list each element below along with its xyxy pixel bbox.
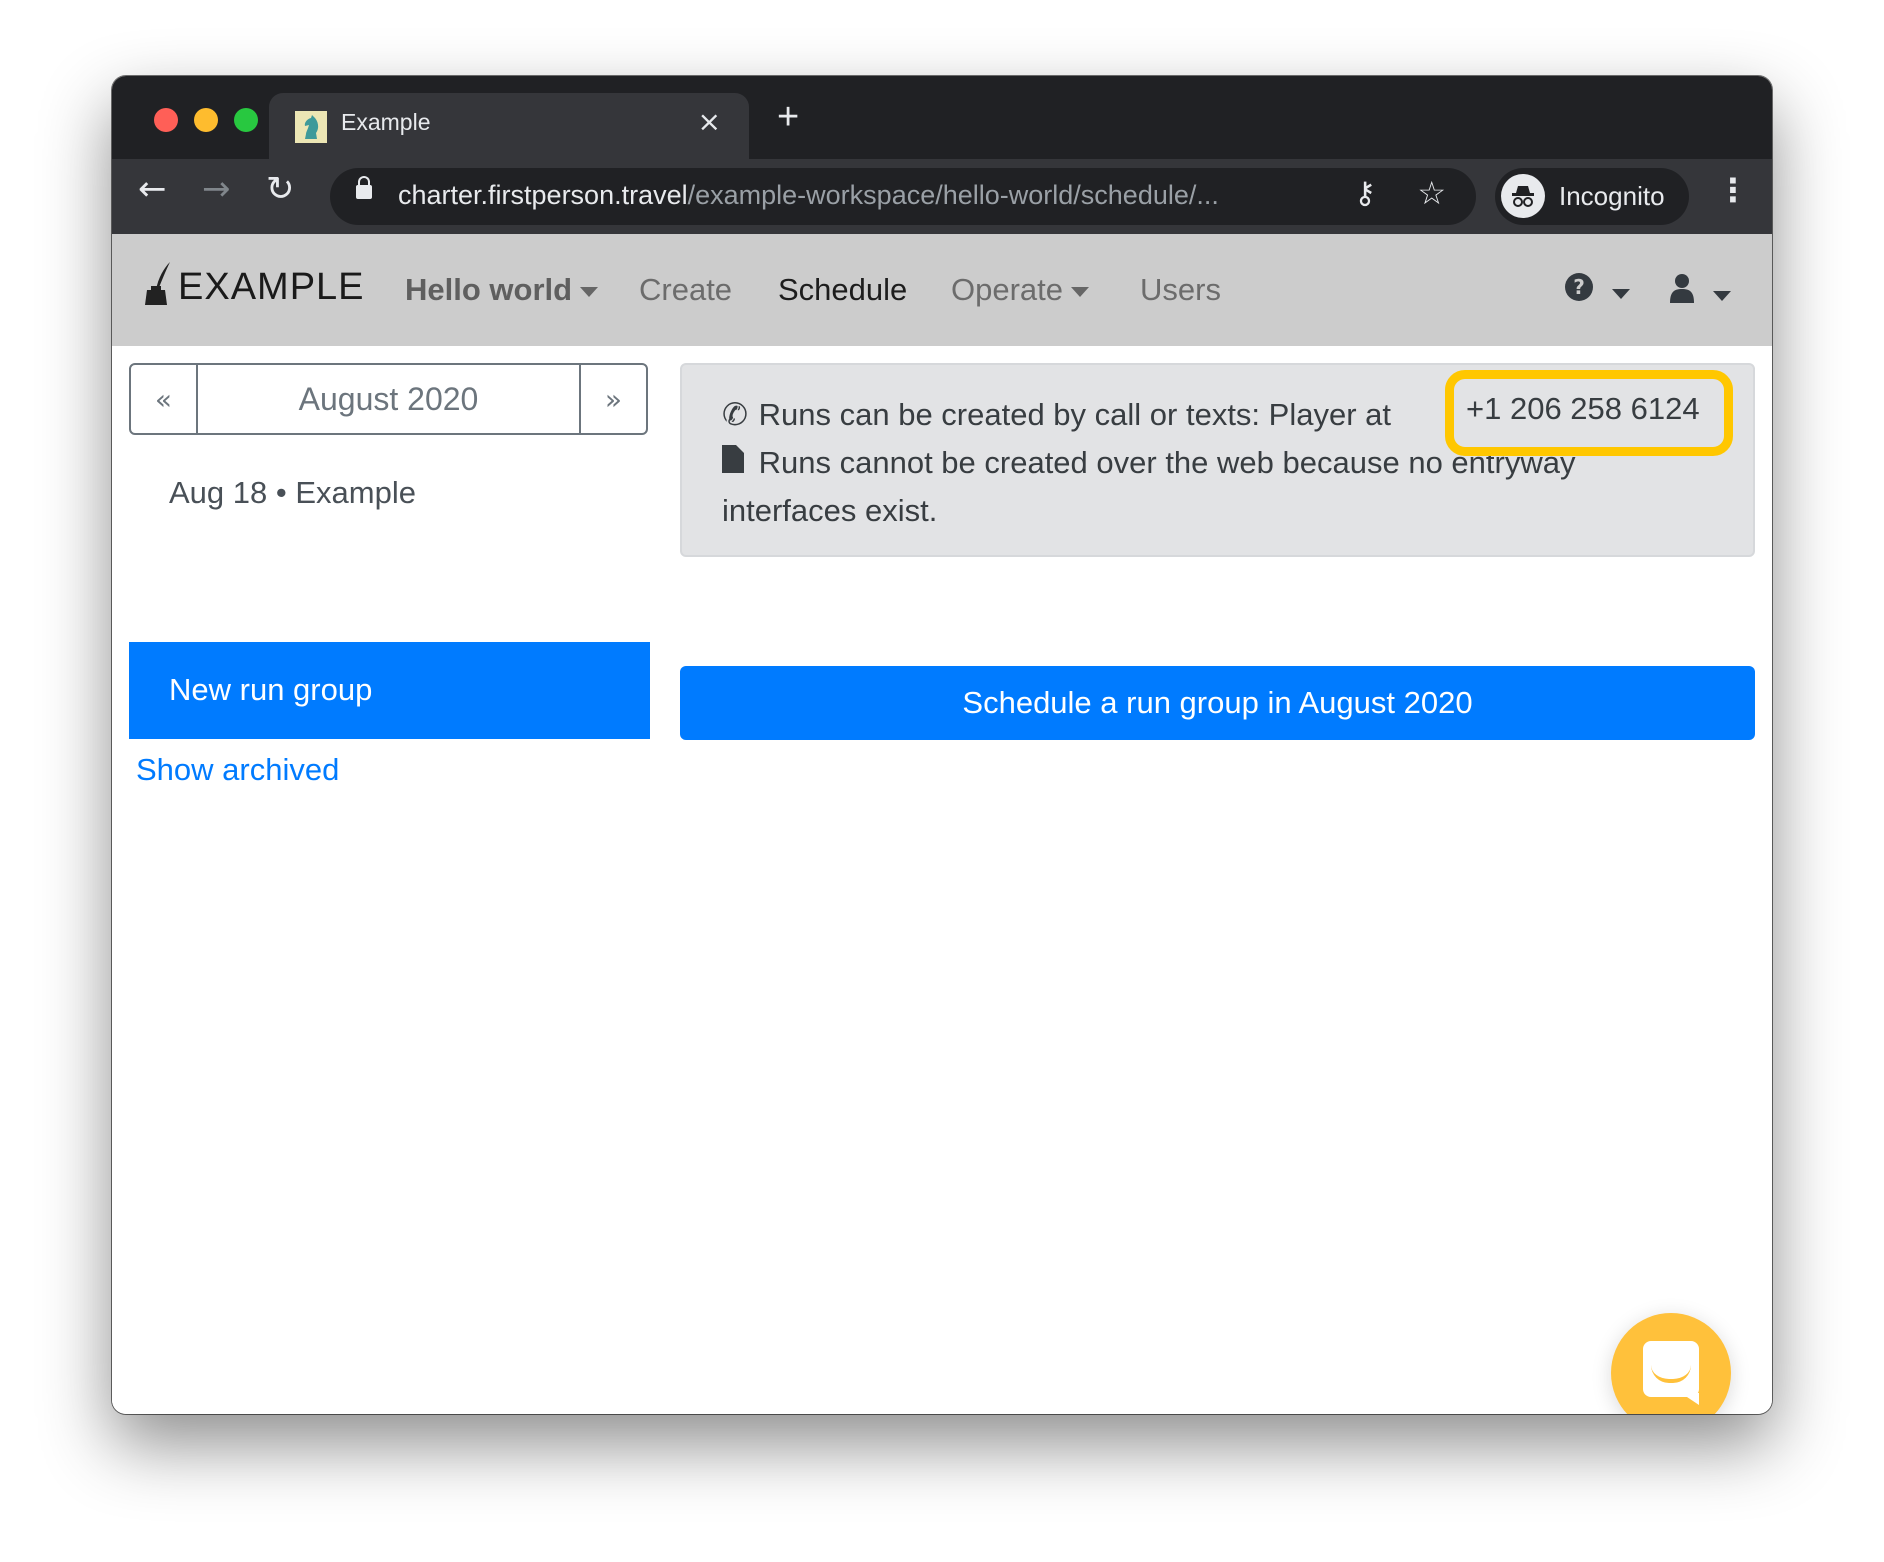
close-tab-icon[interactable]: × (698, 105, 721, 138)
user-icon (1670, 274, 1694, 303)
url-host: charter.firstperson.travel (398, 180, 688, 210)
schedule-run-group-button[interactable]: Schedule a run group in August 2020 (680, 666, 1755, 740)
browser-menu-icon[interactable]: ⋮ (1717, 171, 1749, 209)
browser-toolbar: ← → ↻ charter.firstperson.travel/example… (112, 159, 1772, 234)
window-controls (154, 108, 258, 132)
nav-users[interactable]: Users (1140, 272, 1221, 308)
browser-window: Example × + ← → ↻ charter.firstperson.tr… (112, 76, 1772, 1414)
run-group-item[interactable]: Aug 18 • Example (169, 475, 416, 511)
inkwell-quill-icon (142, 260, 172, 315)
phone-number-highlight: +1 206 258 6124 (1445, 370, 1733, 456)
page-content: « August 2020 » Aug 18 • Example New run… (112, 346, 1772, 1414)
tab-strip: Example × + (112, 76, 1772, 159)
app-navbar: EXAMPLE Hello world Create Schedule Oper… (112, 234, 1772, 346)
url-text[interactable]: charter.firstperson.travel/example-works… (398, 180, 1219, 211)
chat-bubble-tail (1681, 1393, 1699, 1405)
next-month-button[interactable]: » (581, 365, 646, 433)
chevron-down-icon (1071, 286, 1090, 297)
url-path: /example-workspace/hello-world/schedule/… (687, 180, 1219, 210)
lock-icon (356, 176, 372, 199)
minimize-window-button[interactable] (194, 108, 218, 132)
help-icon: ? (1565, 273, 1593, 301)
chevron-down-icon (1611, 288, 1630, 299)
chess-knight-icon (295, 111, 327, 143)
help-dropdown[interactable]: ? (1564, 272, 1630, 310)
chevron-down-icon (1712, 290, 1731, 301)
alert-text-web: Runs cannot be created over the web beca… (722, 445, 1576, 528)
reload-icon[interactable]: ↻ (266, 169, 295, 209)
brand-name: EXAMPLE (178, 266, 365, 308)
key-icon[interactable]: ⚷ (1354, 176, 1376, 211)
nav-operate[interactable]: Operate (951, 272, 1090, 308)
forward-icon[interactable]: → (202, 169, 231, 209)
previous-month-button[interactable]: « (131, 365, 196, 433)
current-month: August 2020 (196, 365, 581, 433)
project-name: Hello world (405, 272, 573, 307)
close-window-button[interactable] (154, 108, 178, 132)
nav-schedule[interactable]: Schedule (778, 272, 907, 308)
project-dropdown[interactable]: Hello world (405, 272, 599, 308)
maximize-window-button[interactable] (234, 108, 258, 132)
incognito-profile-button[interactable]: Incognito (1495, 168, 1689, 225)
phone-icon: ✆ (722, 397, 748, 432)
new-tab-icon[interactable]: + (777, 96, 799, 139)
alert-text-phone: Runs can be created by call or texts: Pl… (758, 397, 1391, 432)
phone-number[interactable]: +1 206 258 6124 (1466, 391, 1700, 427)
chevron-down-icon (580, 286, 599, 297)
user-dropdown[interactable] (1669, 272, 1731, 312)
incognito-label: Incognito (1559, 181, 1665, 211)
back-icon[interactable]: ← (138, 169, 167, 209)
new-run-group-item[interactable]: New run group (129, 642, 650, 739)
brand[interactable]: EXAMPLE (142, 260, 365, 315)
show-archived-link[interactable]: Show archived (136, 752, 339, 788)
browser-tab[interactable]: Example × (269, 93, 749, 159)
tab-title: Example (341, 109, 431, 135)
svg-text:?: ? (1573, 275, 1585, 299)
nav-operate-label: Operate (951, 272, 1064, 307)
star-icon[interactable]: ☆ (1417, 174, 1446, 212)
month-navigator: « August 2020 » (129, 363, 648, 435)
chat-launcher-button[interactable] (1611, 1313, 1731, 1414)
address-bar[interactable]: charter.firstperson.travel/example-works… (330, 168, 1476, 225)
document-icon (722, 439, 750, 487)
nav-create[interactable]: Create (639, 272, 732, 308)
incognito-icon (1501, 174, 1545, 218)
